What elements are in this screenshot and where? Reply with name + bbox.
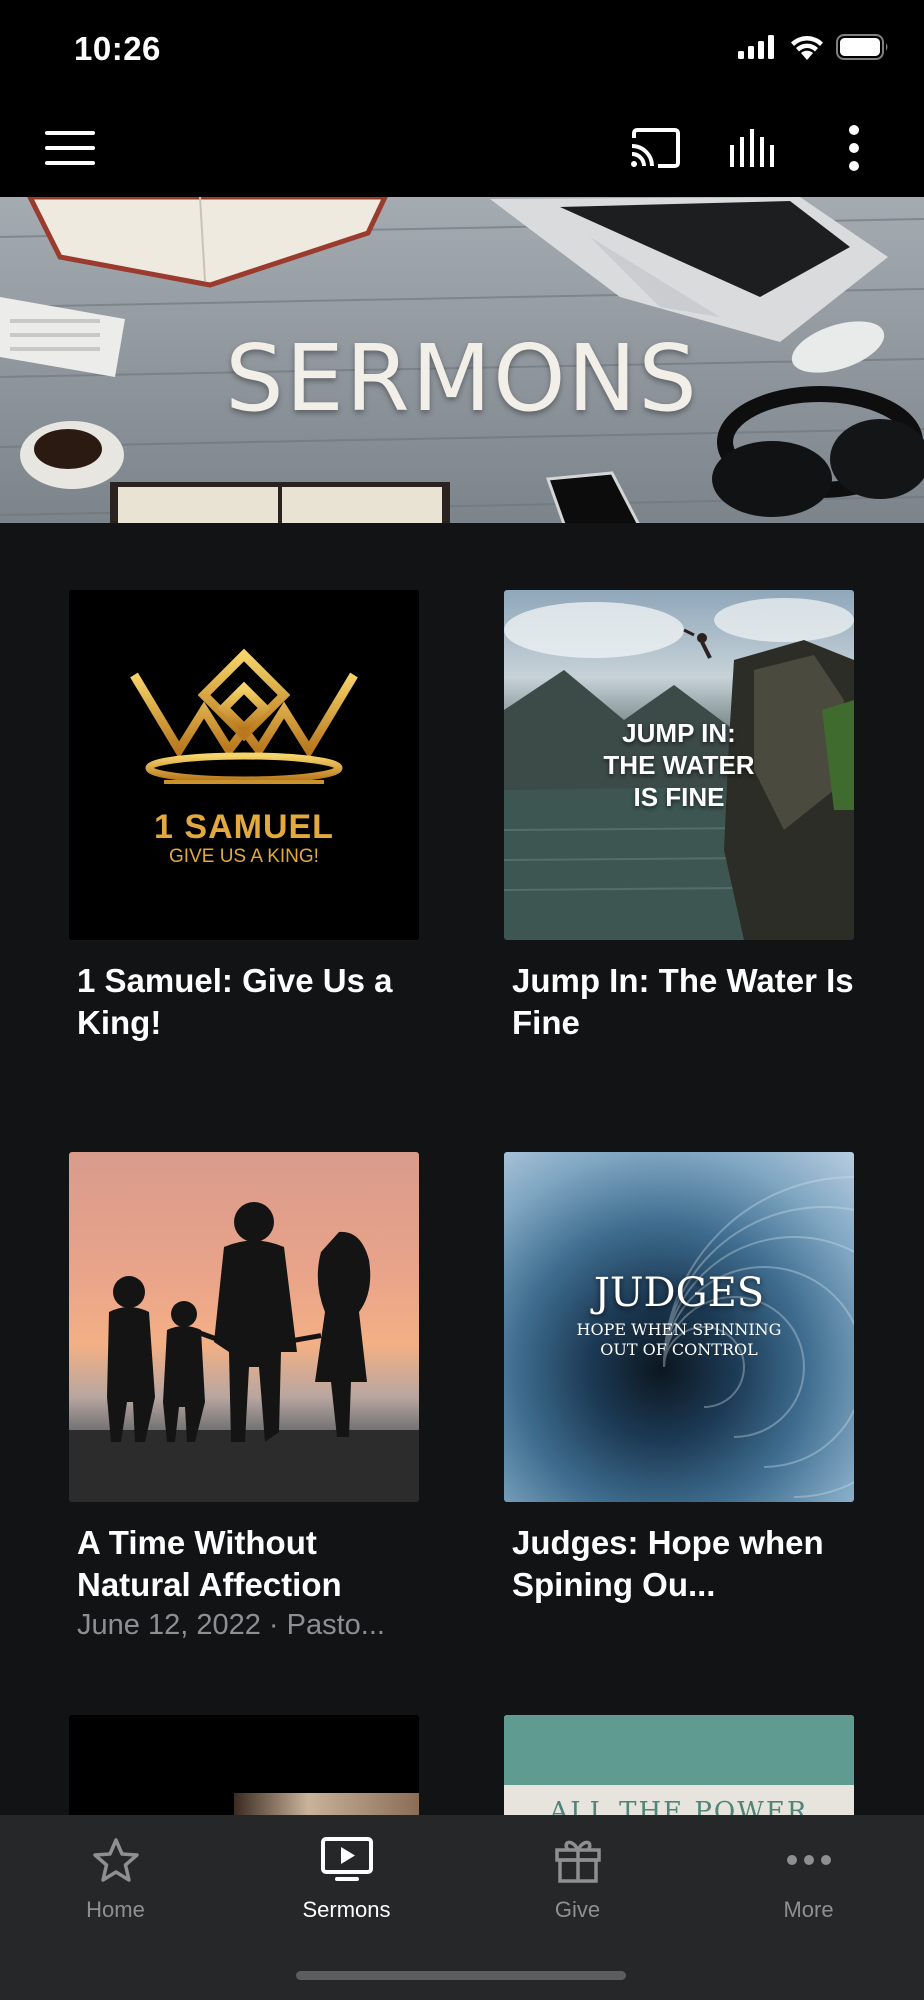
series-card-judges[interactable]: JUDGES HOPE WHEN SPINNING OUT OF CONTROL… (504, 1152, 854, 1606)
series-card-5[interactable] (69, 1715, 419, 1815)
menu-button[interactable] (42, 124, 98, 172)
star-icon (92, 1838, 139, 1882)
art-photo-fragment (234, 1793, 419, 1815)
status-time: 10:26 (74, 30, 161, 67)
sermons-banner: SERMONS (0, 197, 924, 523)
gift-icon (554, 1840, 601, 1883)
tab-sermons[interactable]: Sermons (231, 1815, 462, 1935)
series-subtitle: June 12, 2022 · Pasto... (77, 1609, 385, 1641)
tv-play-icon (320, 1837, 373, 1881)
series-artwork (69, 1715, 419, 1815)
series-artwork: JUMP IN: THE WATER IS FINE (504, 590, 854, 940)
signal-icon (738, 35, 774, 59)
crown-icon (130, 648, 358, 784)
cast-button[interactable] (628, 124, 684, 172)
series-title: Jump In: The Water Is Fine (512, 962, 854, 1041)
series-card-1-samuel[interactable]: 1 SAMUEL GIVE US A KING! 1 Samuel: Give … (69, 590, 419, 1044)
art-line: JUMP IN: (622, 718, 736, 748)
series-title: 1 Samuel: Give Us a King! (77, 962, 393, 1041)
tab-more[interactable]: More (693, 1815, 924, 1935)
banner-title: SERMONS (225, 325, 699, 432)
series-card-time-without-affection[interactable]: A Time Without Natural Affection June 12… (69, 1152, 419, 1644)
wifi-icon (791, 36, 823, 60)
tab-label-home: Home (86, 1897, 145, 1922)
art-subtitle: GIVE US A KING! (169, 846, 319, 867)
tab-label-sermons: Sermons (302, 1897, 391, 1922)
cast-icon (631, 128, 680, 168)
audio-button[interactable] (727, 124, 783, 172)
audio-bars-icon (730, 129, 774, 167)
art-line: IS FINE (633, 782, 725, 812)
series-title: Judges: Hope when Spining Ou... (512, 1524, 824, 1603)
series-artwork (69, 1152, 419, 1502)
tab-label-give: Give (554, 1897, 601, 1922)
art-line: OUT OF CONTROL (600, 1340, 758, 1359)
series-card-6[interactable]: ALL THE POWER (504, 1715, 854, 1815)
art-title: ALL THE POWER (549, 1797, 809, 1815)
tab-give[interactable]: Give (462, 1815, 693, 1935)
series-artwork: ALL THE POWER (504, 1715, 854, 1815)
tab-home[interactable]: Home (0, 1815, 231, 1935)
series-card-jump-in[interactable]: JUMP IN: THE WATER IS FINE Jump In: The … (504, 590, 854, 1044)
art-title: 1 SAMUEL (154, 808, 334, 846)
tab-label-more: More (783, 1897, 834, 1922)
hamburger-menu-icon (45, 131, 95, 165)
art-line: HOPE WHEN SPINNING (576, 1320, 782, 1339)
series-artwork: 1 SAMUEL GIVE US A KING! (69, 590, 419, 940)
more-horizontal-icon (786, 1855, 831, 1865)
more-options-button[interactable] (830, 122, 878, 174)
app-bar (0, 102, 924, 197)
battery-icon (836, 34, 888, 60)
series-title: A Time Without Natural Affection (77, 1524, 342, 1603)
family-silhouette-illustration (69, 1202, 419, 1502)
art-title: JUDGES (593, 1270, 765, 1316)
more-vertical-icon (849, 125, 859, 171)
series-artwork: JUDGES HOPE WHEN SPINNING OUT OF CONTROL (504, 1152, 854, 1502)
art-top-band (504, 1715, 854, 1785)
status-bar: 10:26 (0, 0, 924, 102)
art-line: THE WATER (603, 750, 755, 780)
status-icons (738, 34, 890, 60)
home-indicator[interactable] (296, 1971, 626, 1980)
